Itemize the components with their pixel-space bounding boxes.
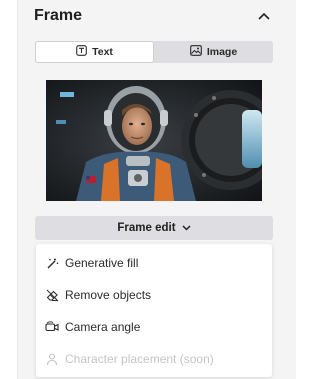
frame-edit-label: Frame edit: [117, 222, 176, 234]
frame-edit-menu: Generative fill Remove objects Camera an…: [36, 244, 272, 377]
menu-item-remove-objects[interactable]: Remove objects: [36, 281, 272, 309]
menu-item-character-placement: Character placement (soon): [36, 345, 272, 373]
section-title: Frame: [34, 7, 83, 24]
image-mode-button[interactable]: Image: [154, 41, 273, 63]
remove-objects-label: Remove objects: [65, 288, 152, 302]
image-icon: [189, 45, 202, 59]
chevron-down-icon: [182, 222, 191, 234]
mode-toggle: Text Image: [35, 41, 273, 63]
text-icon: [76, 45, 87, 59]
camera-angle-label: Camera angle: [65, 320, 141, 334]
generative-fill-label: Generative fill: [65, 256, 139, 270]
astronaut-illustration: [46, 80, 262, 201]
eraser-icon: [45, 288, 59, 302]
camera-icon: [45, 320, 59, 334]
magic-wand-icon: [45, 256, 59, 270]
person-icon: [45, 352, 59, 366]
character-placement-label: Character placement (soon): [65, 352, 214, 366]
menu-item-generative-fill[interactable]: Generative fill: [36, 249, 272, 277]
chevron-up-icon[interactable]: [254, 7, 274, 25]
menu-item-camera-angle[interactable]: Camera angle: [36, 313, 272, 341]
frame-panel: Frame Text Image Frame edit Generative f…: [17, 0, 296, 379]
frame-preview-image[interactable]: [46, 80, 262, 201]
text-mode-label: Text: [92, 46, 113, 58]
image-mode-label: Image: [206, 46, 238, 58]
frame-section-header[interactable]: Frame: [18, 0, 297, 34]
frame-edit-button[interactable]: Frame edit: [35, 216, 273, 240]
text-mode-button[interactable]: Text: [35, 41, 154, 63]
